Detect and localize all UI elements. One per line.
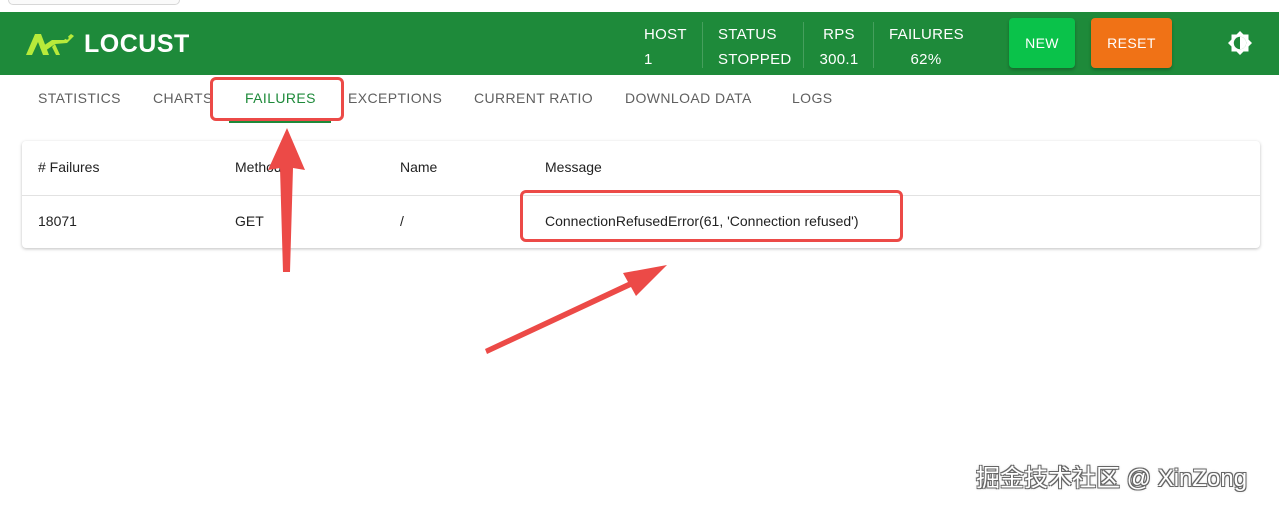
stat-divider [702,22,703,68]
failure-count-cell: 18071 [38,213,77,229]
stat-host-value: 1 [644,51,653,68]
tab-bar: STATISTICS CHARTS FAILURES EXCEPTIONS CU… [0,75,1279,123]
locust-logo[interactable]: LOCUST [22,29,190,59]
tab-logs[interactable]: LOGS [792,90,833,106]
stat-status-value: STOPPED [718,51,792,68]
stat-failures-label: FAILURES [889,26,964,43]
new-button[interactable]: NEW [1009,18,1075,68]
tab-download-data[interactable]: DOWNLOAD DATA [625,90,752,106]
message-highlight-box [520,190,903,242]
browser-top-strip [0,0,1279,12]
active-tab-indicator [229,121,331,123]
stat-divider [803,22,804,68]
stat-host: HOST 1 [644,22,687,72]
column-header-name[interactable]: Name [400,159,437,175]
brightness-icon[interactable] [1227,30,1253,56]
stat-rps-label: RPS [823,26,855,43]
locust-logo-icon [26,34,74,55]
column-header-failures[interactable]: # Failures [38,159,99,175]
failures-tab-highlight-box [210,77,344,121]
column-header-message[interactable]: Message [545,159,602,175]
table-header-row: # Failures Method Name Message [22,141,1260,196]
tab-exceptions[interactable]: EXCEPTIONS [348,90,442,106]
arrow-diagonal-icon [485,265,667,354]
brand-name: LOCUST [84,29,190,58]
app-header: LOCUST HOST 1 STATUS STOPPED RPS 300.1 F… [0,12,1279,75]
stat-rps-value: 300.1 [819,51,859,68]
tab-charts[interactable]: CHARTS [153,90,213,106]
stat-failures-value: 62% [910,51,942,68]
stat-status-label: STATUS [718,26,777,43]
stat-failures: FAILURES 62% [889,22,964,72]
browser-tab-edge [8,0,180,5]
tab-current-ratio[interactable]: CURRENT RATIO [474,90,593,106]
stat-host-label: HOST [644,26,687,43]
stat-rps: RPS 300.1 [818,22,860,72]
stat-status: STATUS STOPPED [718,22,792,72]
column-header-method[interactable]: Method [235,159,282,175]
method-cell: GET [235,213,264,229]
watermark-text: 掘金技术社区 @ XinZong [976,465,1248,492]
name-cell: / [400,213,404,229]
stat-divider [873,22,874,68]
tab-statistics[interactable]: STATISTICS [38,90,121,106]
reset-button[interactable]: RESET [1091,18,1172,68]
